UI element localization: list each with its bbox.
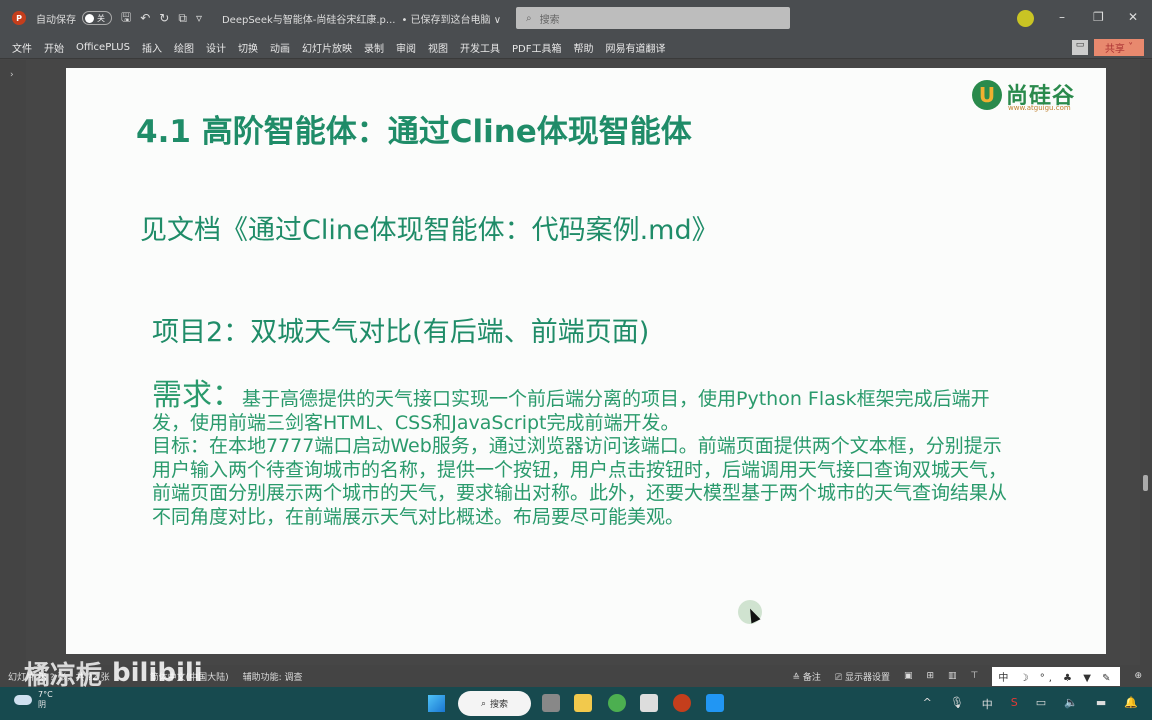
chevron-up-icon[interactable]: ^ [923,696,932,712]
tab-file[interactable]: 文件 [12,40,32,55]
expand-icon[interactable]: › [10,70,26,80]
tab-help[interactable]: 帮助 [573,40,593,55]
autosave-label: 自动保存 [36,14,76,26]
autosave-toggle[interactable]: 关 [82,11,112,25]
weather-condition: 阴 [38,700,46,709]
ime-toolbar[interactable]: 中 ☽ °, ♣ ▼ ✎ [992,666,1121,686]
thumbnail-pane-collapsed[interactable]: › [0,60,26,665]
tab-insert[interactable]: 插入 [142,40,162,55]
windows-start-icon[interactable] [428,695,445,712]
slide-sorter-icon[interactable]: ⊞ [926,671,934,681]
presenter-view-icon[interactable]: ⊤ [971,671,979,681]
avatar[interactable] [1017,10,1034,27]
normal-view-icon[interactable]: ▣ [904,671,913,681]
tab-youdao[interactable]: 网易有道翻译 [605,40,665,55]
goal-body: 目标：在本地7777端口启动Web服务，通过浏览器访问该端口。前端页面提供两个文… [152,435,1008,528]
tab-pdf-tools[interactable]: PDF工具箱 [512,40,561,55]
tab-review[interactable]: 审阅 [396,40,416,55]
accessibility-status[interactable]: 辅助功能: 调查 [243,670,303,683]
project-heading: 项目2：双城天气对比(有后端、前端页面) [152,317,650,348]
share-button[interactable]: 共享 ˅ [1094,39,1144,56]
tab-record[interactable]: 录制 [364,40,384,55]
toggle-state: 关 [97,13,105,23]
restore-button[interactable]: ❐ [1093,10,1104,24]
share-label: 共享 [1104,44,1125,55]
volume-icon[interactable]: 🔈 [1064,696,1078,712]
display-label: 显示器设置 [844,672,890,683]
network-icon[interactable]: ▭ [1036,696,1046,712]
vertical-scrollbar[interactable] [1140,60,1152,665]
tab-officeplus[interactable]: OfficePLUS [76,42,130,53]
search-placeholder: 搜索 [539,14,560,26]
tab-developer[interactable]: 开发工具 [460,40,500,55]
ribbon-tabs: 文件 开始 OfficePLUS 插入 绘图 设计 切换 动画 幻灯片放映 录制… [0,36,1152,59]
tab-view[interactable]: 视图 [428,40,448,55]
slide-canvas[interactable]: 4.1 高阶智能体：通过Cline体现智能体 U 尚硅谷 www.atguigu.c… [66,68,1106,654]
weather-widget[interactable]: 7°C 阴 [14,690,53,710]
taskbar-search[interactable]: ⌕ 搜索 [458,691,531,716]
fit-slide-icon[interactable]: ⊕ [1134,671,1142,681]
requirements-text: 需求：基于高德提供的天气接口实现一个前后端分离的项目，使用Python Flas… [152,381,1012,529]
search-icon: ⌕ [480,698,487,709]
atguigu-logo: U 尚硅谷 www.atguigu.com [972,78,1096,114]
search-icon: ⌕ [526,12,532,24]
powerpoint-icon: P [12,11,26,25]
taskbar-search-label: 搜索 [490,700,509,710]
file-name: DeepSeek与智能体-尚硅谷宋红康.p... [221,14,396,26]
customize-toolbar-icon[interactable]: ▿ [196,11,202,25]
slide-title: 4.1 高阶智能体：通过Cline体现智能体 [136,114,692,150]
mouse-cursor-icon [738,600,762,624]
doc-reference: 见文档《通过Cline体现智能体：代码案例.md》 [140,215,719,246]
notepad-icon[interactable] [640,694,658,712]
notes-button[interactable]: ≙ 备注 [792,670,820,683]
microphone-icon[interactable]: 🎙 [950,696,964,712]
taskbar: 7°C 阴 ⌕ 搜索 ^ 🎙 中 S ▭ 🔈 ▬ 🔔 [0,687,1152,720]
reading-view-icon[interactable]: ▥ [948,671,957,681]
tab-design[interactable]: 设计 [206,40,226,55]
tab-slideshow[interactable]: 幻灯片放映 [302,40,352,55]
tab-home[interactable]: 开始 [44,40,64,55]
save-status[interactable]: • 已保存到这台电脑 ∨ [401,11,501,26]
undo-icon[interactable]: ↶ [140,11,150,25]
comments-button[interactable]: ▭ [1072,40,1088,55]
save-icon[interactable]: 🖫 [121,8,131,29]
requirements-label: 需求： [152,378,242,413]
bilibili-watermark: bilibili [112,658,203,688]
close-button[interactable]: ✕ [1128,10,1138,24]
tab-transitions[interactable]: 切换 [238,40,258,55]
vscode-icon[interactable] [706,694,724,712]
tab-animations[interactable]: 动画 [270,40,290,55]
uploader-watermark: 橘凉栀 [24,661,103,691]
cloud-icon [14,695,32,705]
notification-bell-icon[interactable]: 🔔 [1124,696,1138,712]
notes-label: 备注 [802,672,821,683]
minimize-button[interactable]: – [1059,10,1065,24]
redo-icon[interactable]: ↻ [159,11,169,25]
file-explorer-icon[interactable] [574,694,592,712]
powerpoint-taskbar-icon[interactable] [673,694,691,712]
ime-indicator[interactable]: 中 [982,696,993,712]
chrome-icon[interactable] [608,694,626,712]
task-view-icon[interactable] [542,694,560,712]
start-slideshow-icon[interactable]: ⧉ [178,11,187,26]
requirements-body: 基于高德提供的天气接口实现一个前后端分离的项目，使用Python Flask框架… [152,388,990,434]
tab-draw[interactable]: 绘图 [174,40,194,55]
system-tray: ^ 🎙 中 S ▭ 🔈 ▬ 🔔 [923,696,1138,712]
search-input[interactable]: ⌕ 搜索 [516,7,790,29]
sogou-icon[interactable]: S [1011,696,1018,712]
battery-icon[interactable]: ▬ [1096,696,1106,712]
display-settings-button[interactable]: ⎚ 显示器设置 [835,670,890,683]
